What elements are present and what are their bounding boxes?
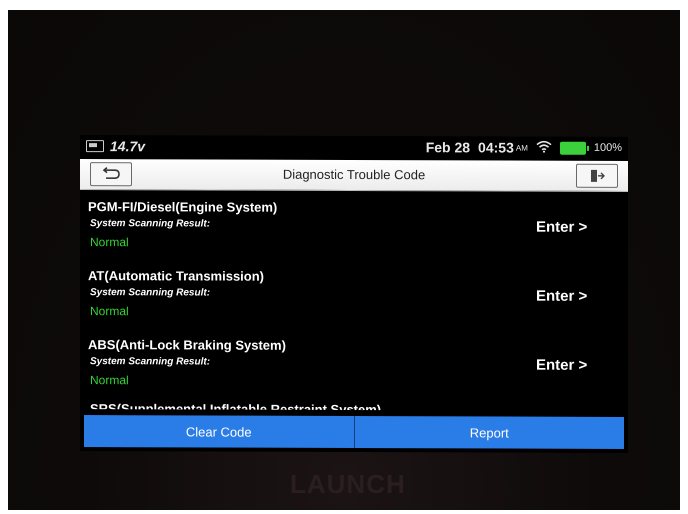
scan-result-value: Normal [90,304,129,319]
time-text: 04:53 [478,139,514,156]
scan-result-value: Normal [90,235,129,250]
action-bar: Clear Code Report [84,415,624,449]
device-screen: 14.7v Feb 28 04:53 AM 100% Diagnostic Tr… [80,135,628,453]
wifi-icon [536,140,552,155]
exit-button[interactable] [576,163,618,188]
system-list: PGM-FI/Diesel(Engine System) System Scan… [80,191,628,400]
system-row: AT(Automatic Transmission) System Scanni… [80,260,628,331]
car-battery-icon [86,140,104,153]
system-name: PGM-FI/Diesel(Engine System) [88,199,278,215]
system-name: AT(Automatic Transmission) [88,268,265,284]
enter-button[interactable]: Enter > [536,219,587,236]
scan-result-label: System Scanning Result: [90,287,211,299]
enter-button[interactable]: Enter > [536,288,587,305]
title-bar: Diagnostic Trouble Code [80,159,628,192]
date-text: Feb 28 [425,139,471,156]
brand-logo: LAUNCH [290,469,406,499]
system-name: ABS(Anti-Lock Braking System) [88,337,286,353]
system-name-partial[interactable]: SRS(Supplemental Inflatable Restraint Sy… [90,400,381,410]
system-row: ABS(Anti-Lock Braking System) System Sca… [80,329,628,400]
voltage-indicator: 14.7v [86,138,145,154]
exit-icon [589,167,605,184]
report-button[interactable]: Report [354,416,624,449]
status-bar: 14.7v Feb 28 04:53 AM 100% [80,135,628,161]
enter-button[interactable]: Enter > [536,357,587,374]
clear-code-button[interactable]: Clear Code [84,415,354,448]
battery-percent: 100% [593,141,622,154]
battery-icon [559,141,586,155]
status-right: Feb 28 04:53 AM 100% [426,139,622,156]
voltage-value: 14.7v [110,138,146,155]
page-title: Diagnostic Trouble Code [282,166,426,183]
scan-result-label: System Scanning Result: [90,218,211,230]
system-row: PGM-FI/Diesel(Engine System) System Scan… [80,191,628,262]
scan-result-value: Normal [90,373,129,388]
scan-result-label: System Scanning Result: [90,356,211,368]
ampm-text: AM [515,143,528,153]
